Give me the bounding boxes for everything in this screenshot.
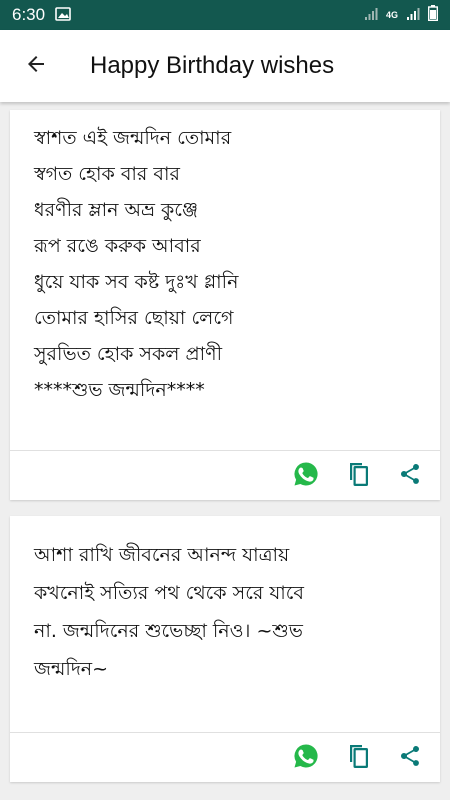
share-icon [398, 462, 422, 490]
whatsapp-share-button[interactable] [288, 740, 324, 776]
share-button[interactable] [392, 740, 428, 776]
card-actions [288, 733, 428, 783]
wish-card: আশা রাখি জীবনের আনন্দ যাত্রায় কখনোই সত্… [10, 516, 440, 782]
back-button[interactable] [0, 30, 72, 102]
status-time: 6:30 [12, 5, 46, 24]
wish-card: স্বাশত এই জন্মদিন তোমার স্বগত হোক বার বা… [10, 110, 440, 500]
share-icon [398, 744, 422, 772]
whatsapp-icon [292, 742, 320, 774]
battery-icon [427, 5, 439, 25]
arrow-back-icon [24, 52, 48, 80]
copy-icon [346, 743, 370, 773]
page-title: Happy Birthday wishes [90, 52, 335, 79]
status-bar: 6:30 4G [0, 0, 450, 30]
whatsapp-share-button[interactable] [288, 458, 324, 494]
wifi-signal-icon [364, 6, 378, 25]
card-actions [288, 451, 428, 501]
app-bar: Happy Birthday wishes [0, 30, 450, 102]
whatsapp-icon [292, 460, 320, 492]
wish-text: স্বাশত এই জন্মদিন তোমার স্বগত হোক বার বা… [34, 127, 239, 401]
network-type-label: 4G [385, 9, 398, 20]
copy-button[interactable] [340, 458, 376, 494]
wish-text: আশা রাখি জীবনের আনন্দ যাত্রায় কখনোই সত্… [34, 544, 304, 680]
copy-icon [346, 461, 370, 491]
image-notification-icon [55, 6, 71, 25]
share-button[interactable] [392, 458, 428, 494]
copy-button[interactable] [340, 740, 376, 776]
cell-signal-icon [406, 6, 420, 25]
